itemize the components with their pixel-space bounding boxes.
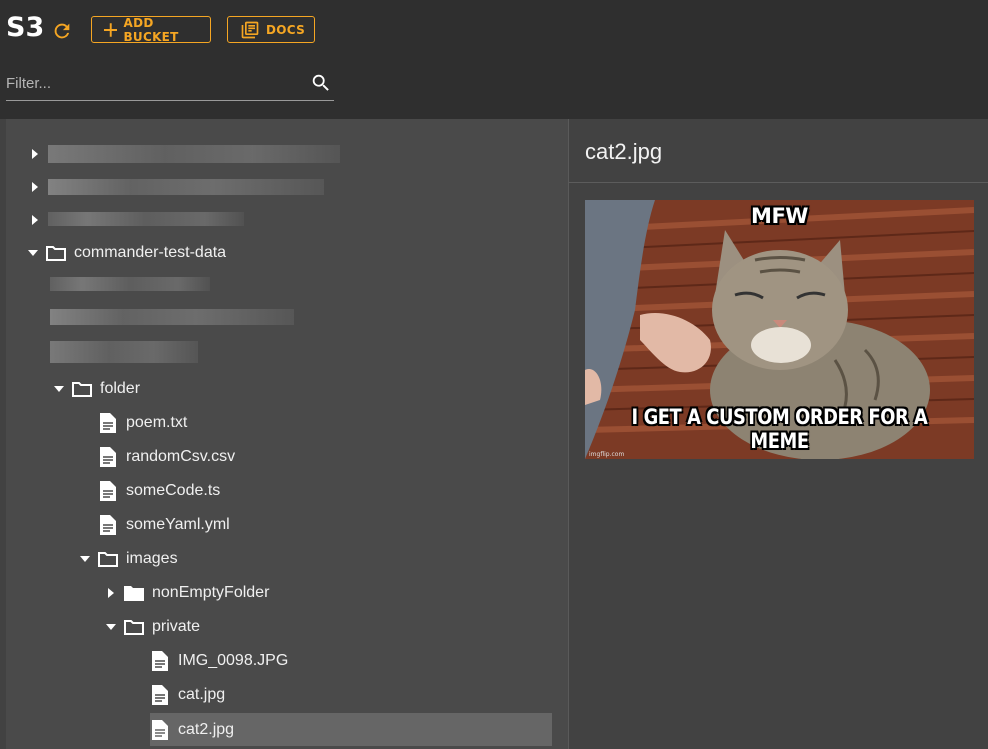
- file-icon: [150, 651, 170, 671]
- tree-item-file[interactable]: randomCsv.csv: [98, 442, 235, 472]
- file-icon: [98, 413, 118, 433]
- docs-label: DOCS: [266, 22, 306, 37]
- caret-right-icon[interactable]: [28, 147, 42, 161]
- tree-item-label: images: [126, 550, 178, 567]
- add-bucket-label: ADD BUCKET: [123, 15, 179, 44]
- tree-item-label: nonEmptyFolder: [152, 584, 270, 601]
- tree-item-label: private: [152, 618, 201, 635]
- folder-icon: [124, 617, 144, 637]
- tree-row-redacted[interactable]: [28, 205, 48, 235]
- docs-button[interactable]: DOCS: [227, 16, 315, 43]
- caret-down-icon[interactable]: [52, 382, 66, 396]
- caret-down-icon[interactable]: [104, 620, 118, 634]
- tree-item-label: someCode.ts: [126, 482, 221, 499]
- tree-item-images[interactable]: images: [78, 544, 178, 574]
- caret-down-icon[interactable]: [78, 552, 92, 566]
- tree-item-bucket[interactable]: commander-test-data: [26, 238, 226, 268]
- folder-icon: [72, 379, 92, 399]
- folder-icon: [98, 549, 118, 569]
- tree-row-redacted[interactable]: [28, 172, 48, 202]
- redacted-bucket-name: [48, 145, 340, 163]
- meme-bottom-text: I GET A CUSTOM ORDER FOR A MEME: [631, 405, 928, 453]
- filter-input[interactable]: [6, 72, 296, 94]
- preview-image: imgflip.com MFW I GET A CUSTOM ORDER FOR…: [585, 200, 974, 459]
- caret-right-icon[interactable]: [28, 180, 42, 194]
- tree-item-private[interactable]: private: [104, 612, 200, 642]
- docs-icon: [241, 21, 259, 38]
- meme-top-text: MFW: [751, 204, 808, 228]
- file-icon: [98, 515, 118, 535]
- tree-item-file[interactable]: IMG_0098.JPG: [150, 646, 288, 676]
- tree-item-label: commander-test-data: [74, 244, 227, 261]
- tree-item-file[interactable]: poem.txt: [98, 408, 187, 438]
- tree-item-label: randomCsv.csv: [126, 448, 236, 465]
- folder-icon: [46, 243, 66, 263]
- file-icon: [150, 685, 170, 705]
- tree-item-label: cat.jpg: [178, 686, 226, 703]
- file-icon: [98, 447, 118, 467]
- redacted-item-name: [50, 341, 198, 363]
- tree-item-label: poem.txt: [126, 414, 188, 431]
- file-preview-panel: cat2.jpg imgflip.com MFW I GET A CUSTOM …: [569, 119, 988, 749]
- redacted-item-name: [50, 277, 210, 291]
- tree-item-folder[interactable]: folder: [52, 374, 140, 404]
- bucket-tree: commander-test-data folder poem.txt rand…: [6, 119, 569, 749]
- tree-item-label: IMG_0098.JPG: [178, 652, 289, 669]
- app-header: S3 ADD BUCKET DOCS: [0, 0, 988, 119]
- caret-right-icon[interactable]: [28, 213, 42, 227]
- tree-item-file-selected[interactable]: cat2.jpg: [150, 713, 552, 746]
- file-icon: [150, 719, 170, 740]
- tree-item-file[interactable]: someYaml.yml: [98, 510, 230, 540]
- preview-divider: [569, 182, 988, 183]
- tree-item-file[interactable]: cat.jpg: [150, 680, 225, 710]
- redacted-item-name: [50, 309, 294, 325]
- preview-file-name: cat2.jpg: [585, 139, 663, 164]
- caret-right-icon[interactable]: [104, 586, 118, 600]
- tree-item-label: someYaml.yml: [126, 516, 230, 533]
- tree-item-file[interactable]: someCode.ts: [98, 476, 220, 506]
- add-bucket-button[interactable]: ADD BUCKET: [91, 15, 211, 44]
- filter-field: [6, 66, 334, 101]
- redacted-bucket-name: [48, 212, 244, 226]
- refresh-icon[interactable]: [51, 20, 73, 42]
- caret-down-icon[interactable]: [26, 246, 40, 260]
- file-icon: [98, 481, 118, 501]
- tree-row-redacted[interactable]: [28, 139, 48, 169]
- search-icon[interactable]: [310, 72, 332, 94]
- folder-icon: [124, 583, 144, 603]
- tree-item-nonempty-folder[interactable]: nonEmptyFolder: [104, 578, 269, 608]
- tree-item-label: cat2.jpg: [178, 720, 235, 738]
- plus-icon: [104, 22, 118, 37]
- page-title: S3: [6, 12, 45, 43]
- redacted-bucket-name: [48, 179, 324, 195]
- tree-item-label: folder: [100, 380, 141, 397]
